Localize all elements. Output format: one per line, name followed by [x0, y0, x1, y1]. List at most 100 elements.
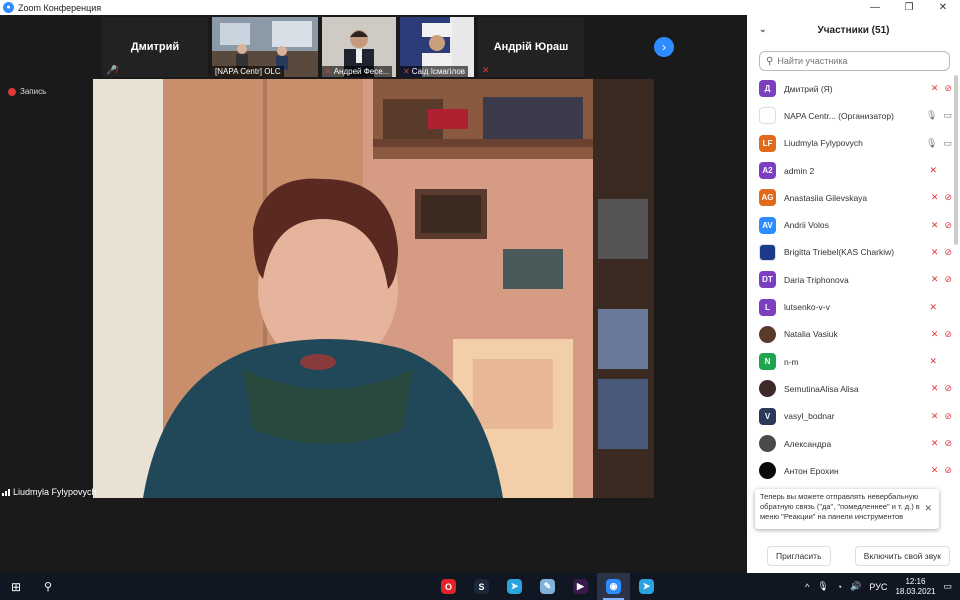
- camera-off-icon[interactable]: ⊘: [944, 220, 952, 231]
- window-title: Zoom Конференция: [18, 2, 102, 13]
- camera-off-icon[interactable]: ⊘: [944, 465, 952, 476]
- taskbar-app-telegram[interactable]: ➤: [498, 573, 531, 600]
- taskbar-app-notes[interactable]: ✎: [531, 573, 564, 600]
- microphone-muted-icon[interactable]: ✕: [929, 356, 937, 367]
- participant-row[interactable]: Llutsenko-v-v ✕: [747, 293, 952, 320]
- participant-status: ✕: [929, 348, 952, 375]
- taskbar-app-zoom[interactable]: ◉: [597, 573, 630, 600]
- steam-icon: S: [474, 579, 489, 594]
- maximize-button[interactable]: ❐: [892, 0, 926, 15]
- participant-row[interactable]: NAPA Centr... (Организатор) 🎙 ▭: [747, 102, 952, 129]
- video-tile[interactable]: ✕ Андрей Фесе...: [322, 17, 396, 77]
- participant-row[interactable]: LF Liudmyla Fylypovych 🎙 ▭: [747, 130, 952, 157]
- mic-muted-icon: ✕: [325, 67, 332, 76]
- participant-row[interactable]: SemutinaAlisa Alisa ✕ ⊘: [747, 375, 952, 402]
- camera-icon[interactable]: ▭: [943, 138, 952, 149]
- participant-name: Andrii Volos: [784, 220, 829, 231]
- participant-name: Антон Ерохин: [784, 465, 839, 476]
- participant-row[interactable]: Антон Ерохин ✕ ⊘: [747, 457, 952, 484]
- start-icon[interactable]: ⊞: [0, 580, 32, 594]
- microphone-muted-icon[interactable]: ✕: [931, 220, 939, 231]
- tile-name: Саід Ісмагілов: [411, 67, 466, 76]
- taskbar-app-telegram-2[interactable]: ➤: [630, 573, 663, 600]
- participant-row[interactable]: A2 admin 2 ✕: [747, 157, 952, 184]
- notes-icon: ✎: [540, 579, 555, 594]
- camera-off-icon[interactable]: ⊘: [944, 383, 952, 394]
- participant-name: Дмитрий (Я): [784, 83, 833, 94]
- participant-row[interactable]: Vvasyl_bodnar ✕ ⊘: [747, 403, 952, 430]
- microphone-icon[interactable]: 🎙: [926, 110, 937, 121]
- participant-name: NAPA Centr... (Организатор): [784, 110, 894, 121]
- camera-icon[interactable]: ▭: [943, 110, 952, 121]
- participant-row[interactable]: Nn-m ✕: [747, 348, 952, 375]
- microphone-icon[interactable]: 🎙: [817, 581, 828, 592]
- participant-status: ✕ ⊘: [931, 375, 952, 402]
- participant-status: 🎙 ▭: [926, 130, 952, 157]
- tile-name: Дмитрий: [130, 41, 180, 53]
- video-tile[interactable]: Дмитрий 🎤̸: [102, 17, 208, 77]
- camera-off-icon[interactable]: ⊘: [944, 438, 952, 449]
- participant-search-input[interactable]: [777, 56, 938, 66]
- microphone-muted-icon[interactable]: ✕: [931, 83, 939, 94]
- microphone-muted-icon[interactable]: ✕: [929, 302, 937, 313]
- camera-off-icon[interactable]: ⊘: [944, 247, 952, 258]
- participant-search[interactable]: ⚲: [759, 51, 950, 71]
- notifications-icon[interactable]: ▭: [943, 581, 952, 592]
- participant-row[interactable]: AG Anastasiia Gilevskaya ✕ ⊘: [747, 184, 952, 211]
- panel-header: ⌄ Участники (51): [747, 15, 960, 45]
- video-tile[interactable]: Андрій Юраш ✕: [478, 17, 584, 77]
- participant-row[interactable]: Brigitta Triebel(KAS Charkiw) ✕ ⊘: [747, 239, 952, 266]
- mic-muted-icon: 🎤̸: [106, 65, 118, 75]
- camera-off-icon[interactable]: ⊘: [944, 83, 952, 94]
- telegram-icon: ➤: [507, 579, 522, 594]
- microphone-icon[interactable]: 🎙: [926, 138, 937, 149]
- invite-button[interactable]: Пригласить: [767, 546, 831, 566]
- microphone-muted-icon[interactable]: ✕: [929, 165, 937, 176]
- participant-name: SemutinaAlisa Alisa: [784, 383, 859, 394]
- camera-off-icon[interactable]: ⊘: [944, 192, 952, 203]
- participant-name: Александра: [784, 438, 832, 449]
- clock[interactable]: 12:16 18.03.2021: [895, 577, 935, 597]
- keyboard-language[interactable]: РУС: [869, 582, 887, 592]
- participant-status: ✕ ⊘: [931, 75, 952, 102]
- participant-row[interactable]: DT Daria Triphonova ✕ ⊘: [747, 266, 952, 293]
- participant-row[interactable]: Александра ✕ ⊘: [747, 430, 952, 457]
- participant-list-scrollbar[interactable]: [954, 75, 958, 245]
- active-speaker-video[interactable]: [93, 79, 654, 498]
- search-icon[interactable]: ⚲: [32, 580, 64, 593]
- camera-off-icon[interactable]: ⊘: [944, 274, 952, 285]
- close-button[interactable]: ✕: [926, 0, 960, 15]
- participant-status: ✕ ⊘: [931, 184, 952, 211]
- microphone-muted-icon[interactable]: ✕: [931, 465, 939, 476]
- next-page-icon[interactable]: ›: [654, 37, 674, 57]
- microphone-muted-icon[interactable]: ✕: [931, 247, 939, 258]
- taskbar-app-opera[interactable]: O: [432, 573, 465, 600]
- clock-time: 12:16: [905, 576, 926, 586]
- taskbar-app-media[interactable]: ▶: [564, 573, 597, 600]
- chevron-up-icon[interactable]: ^: [805, 582, 809, 592]
- microphone-muted-icon[interactable]: ✕: [931, 192, 939, 203]
- microphone-muted-icon[interactable]: ✕: [931, 438, 939, 449]
- avatar: LF: [759, 134, 776, 152]
- camera-off-icon[interactable]: ⊘: [944, 411, 952, 422]
- microphone-muted-icon[interactable]: ✕: [931, 383, 939, 394]
- camera-off-icon[interactable]: ⊘: [944, 329, 952, 340]
- avatar: [759, 243, 776, 261]
- collapse-chevron-icon[interactable]: ⌄: [759, 24, 767, 35]
- unmute-self-button[interactable]: Включить свой звук: [854, 546, 950, 566]
- avatar: Д: [759, 80, 776, 98]
- participant-row[interactable]: Д Дмитрий (Я) ✕ ⊘: [747, 75, 952, 102]
- wifi-icon[interactable]: ◔: [837, 582, 842, 592]
- minimize-button[interactable]: —: [858, 0, 892, 15]
- microphone-muted-icon[interactable]: ✕: [931, 329, 939, 340]
- microphone-muted-icon[interactable]: ✕: [931, 274, 939, 285]
- participant-row[interactable]: Natalia Vasiuk ✕ ⊘: [747, 321, 952, 348]
- taskbar-app-steam[interactable]: S: [465, 573, 498, 600]
- video-tile[interactable]: ✕ Саід Ісмагілов: [400, 17, 474, 77]
- video-tile[interactable]: [NAPA Centr] OLC: [212, 17, 318, 77]
- close-icon[interactable]: ✕: [924, 503, 932, 513]
- participant-row[interactable]: AV Andrii Volos ✕ ⊘: [747, 211, 952, 238]
- zoom-app-icon: ●: [3, 2, 14, 13]
- volume-icon[interactable]: 🔊: [850, 581, 861, 592]
- microphone-muted-icon[interactable]: ✕: [931, 411, 939, 422]
